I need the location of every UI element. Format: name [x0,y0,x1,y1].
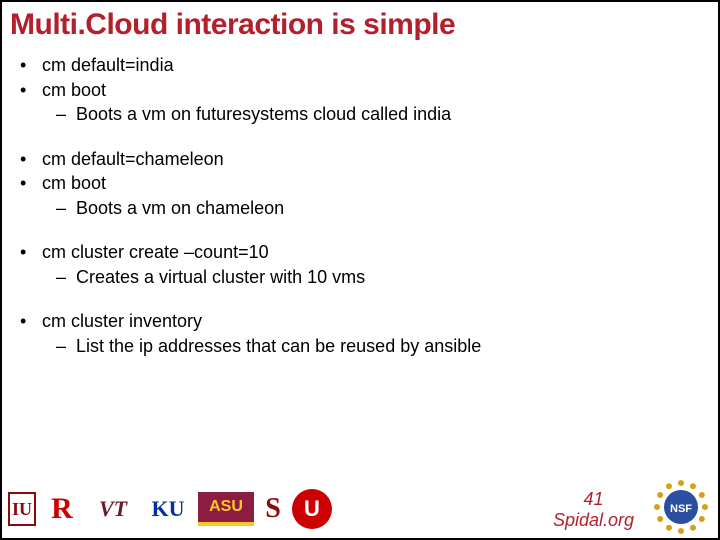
bullet-group: cm cluster create –count=10 Creates a vi… [2,241,718,288]
affiliation-logos: IU R VT KU ASU S U [8,486,332,532]
bullet-group: cm default=india cm boot Boots a vm on f… [2,54,718,126]
bullet-group: cm cluster inventory List the ip address… [2,310,718,357]
rutgers-logo: R [42,492,82,526]
sub-bullet-item: Creates a virtual cluster with 10 vms [2,266,718,289]
bullet-item: cm default=india [2,54,718,77]
svg-text:NSF: NSF [670,503,692,515]
sub-bullet-item: List the ip addresses that can be reused… [2,335,718,358]
sub-bullet-item: Boots a vm on futuresystems cloud called… [2,103,718,126]
bullet-item: cm boot [2,172,718,195]
utah-logo: U [292,489,332,529]
page-number: 41 [553,489,634,511]
ku-logo: KU [144,492,192,526]
stonybrook-logo: S [260,492,286,526]
slide-body: cm default=india cm boot Boots a vm on f… [2,44,718,538]
bullet-item: cm boot [2,79,718,102]
bullet-item: cm cluster inventory [2,310,718,333]
bullet-item: cm default=chameleon [2,148,718,171]
page-info: 41 Spidal.org [553,489,634,532]
vt-logo: VT [88,492,138,526]
iu-logo: IU [8,492,36,526]
slide-title: Multi.Cloud interaction is simple [2,2,718,44]
nsf-logo: NSF [654,480,708,534]
bullet-group: cm default=chameleon cm boot Boots a vm … [2,148,718,220]
slide-footer: IU R VT KU ASU S U 41 Spidal.org [2,478,718,538]
bullet-item: cm cluster create –count=10 [2,241,718,264]
sub-bullet-item: Boots a vm on chameleon [2,197,718,220]
slide: Multi.Cloud interaction is simple cm def… [2,2,718,538]
site-label: Spidal.org [553,510,634,532]
asu-logo: ASU [198,492,254,526]
